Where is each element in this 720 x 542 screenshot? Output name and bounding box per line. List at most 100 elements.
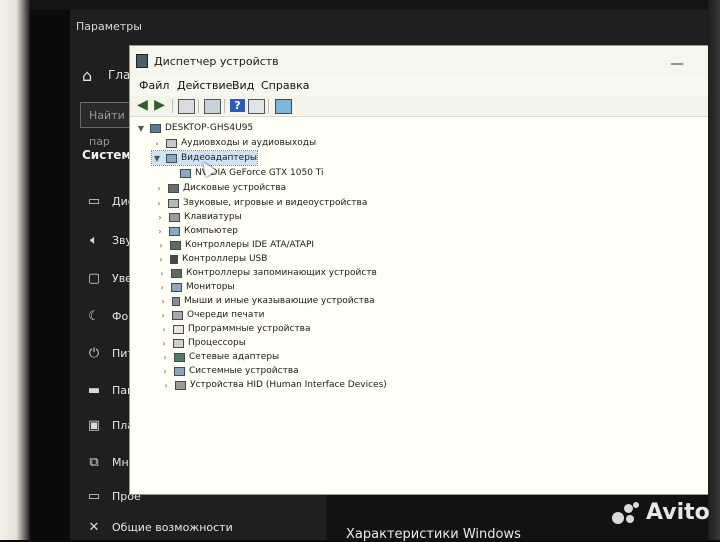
tree-item-software-devices[interactable]: › Программные устройства (159, 322, 311, 336)
expand-icon[interactable]: › (155, 227, 165, 236)
show-hidden-icon[interactable] (248, 99, 265, 114)
menu-view[interactable]: Вид (232, 79, 254, 92)
menu-action[interactable]: Действие (177, 79, 232, 92)
expand-icon[interactable]: › (152, 139, 162, 148)
tree-item-ide-controllers[interactable]: › Контроллеры IDE ATA/ATAPI (156, 238, 314, 252)
expand-icon[interactable]: › (155, 213, 165, 222)
settings-search-input[interactable]: Найти пар (80, 102, 132, 148)
expand-icon[interactable]: › (154, 184, 164, 193)
help-icon[interactable]: ? (230, 99, 245, 112)
collapse-icon[interactable]: ▼ (136, 124, 146, 133)
menu-bar: Файл Действие Вид Справка (130, 76, 720, 96)
expand-icon[interactable]: › (157, 283, 167, 292)
nav-item-shared[interactable]: ✕ Общие возможности (86, 517, 233, 537)
software-device-icon (173, 324, 184, 334)
tree-item-processors[interactable]: › Процессоры (159, 336, 246, 350)
keyboard-icon (169, 212, 180, 222)
tree-item-storage-controllers[interactable]: › Контроллеры запоминающих устройств (157, 266, 376, 280)
sound-device-icon (168, 198, 179, 208)
menu-file[interactable]: Файл (139, 79, 169, 92)
sound-icon: 🔈︎ (90, 232, 98, 248)
tree-item-audio-io[interactable]: › Аудиовходы и аудиовыходы (152, 136, 316, 150)
expand-icon[interactable]: › (158, 311, 168, 320)
printer-icon (172, 310, 183, 320)
tree-item-label: Дисковые устройства (183, 183, 287, 193)
tree-item-usb-controllers[interactable]: › Контроллеры USB (156, 252, 267, 266)
shared-experiences-icon: ✕ (88, 519, 100, 535)
tree-item-label: Мониторы (186, 282, 235, 292)
hid-icon (175, 380, 186, 390)
computer-icon (150, 123, 161, 133)
processor-icon (173, 338, 184, 348)
home-icon[interactable]: ⌂ (82, 66, 92, 85)
avito-brand-text: Avito (646, 500, 710, 525)
expand-icon[interactable]: › (156, 255, 166, 264)
tree-item-monitors[interactable]: › Мониторы (157, 280, 235, 294)
collapse-icon[interactable]: ▼ (152, 154, 162, 163)
tree-root[interactable]: ▼ DESKTOP-GHS4U95 (136, 121, 253, 135)
storage-controller-icon (171, 268, 182, 278)
toolbar-separator (268, 99, 269, 113)
expand-icon[interactable]: › (156, 241, 166, 250)
tree-item-sound-video[interactable]: › Звуковые, игровые и видеоустройства (154, 196, 367, 210)
toolbar: ◀ ▶ ? (130, 96, 720, 117)
tree-item-label: Программные устройства (188, 324, 311, 334)
computer-icon (169, 226, 180, 236)
avito-watermark: Avito (612, 500, 710, 525)
tree-item-label: Компьютер (184, 226, 238, 236)
tree-item-computer[interactable]: › Компьютер (155, 224, 238, 238)
tree-item-label: Контроллеры IDE ATA/ATAPI (185, 240, 315, 250)
notifications-icon: ▢ (87, 270, 101, 286)
tree-item-label: Контроллеры USB (182, 254, 268, 264)
tree-item-label: Устройства HID (Human Interface Devices) (190, 380, 387, 390)
display-adapter-icon (166, 153, 177, 163)
view-icon[interactable] (204, 99, 221, 114)
storage-icon: ▬ (87, 382, 101, 398)
monitor-bezel-top (30, 0, 720, 10)
toolbar-separator (198, 99, 199, 113)
avito-logo-icon (612, 501, 640, 524)
expand-icon[interactable]: › (158, 297, 168, 306)
device-manager-window: Диспетчер устройств — Файл Действие Вид … (130, 46, 720, 494)
tree-item-label: Процессоры (188, 338, 246, 348)
multitasking-icon: ⧉ (89, 454, 99, 470)
properties-icon[interactable] (178, 99, 195, 114)
expand-icon[interactable]: › (159, 339, 169, 348)
nav-item-multitasking[interactable]: ⧉ Мно (86, 452, 135, 472)
scan-hardware-icon[interactable] (275, 99, 292, 114)
controller-icon (170, 240, 181, 250)
back-icon[interactable]: ◀ (135, 98, 150, 112)
tree-item-keyboards[interactable]: › Клавиатуры (155, 210, 242, 224)
expand-icon[interactable]: › (159, 325, 169, 334)
expand-icon[interactable]: › (160, 367, 170, 376)
title-bar[interactable]: Диспетчер устройств — (130, 46, 720, 76)
expand-icon[interactable]: › (154, 199, 164, 208)
system-device-icon (174, 366, 185, 376)
toolbar-separator (224, 99, 225, 113)
tree-item-label: Видеоадаптеры (181, 153, 258, 163)
tree-item-network-adapters[interactable]: › Сетевые адаптеры (160, 350, 279, 364)
usb-icon (170, 254, 178, 264)
expand-icon[interactable]: › (157, 269, 167, 278)
tree-item-label: Аудиовходы и аудиовыходы (181, 138, 317, 148)
tree-item-system-devices[interactable]: › Системные устройства (160, 364, 299, 378)
tree-item-mice[interactable]: › Мыши и иные указывающие устройства (158, 294, 374, 308)
expand-icon[interactable]: › (160, 353, 170, 362)
tree-item-label: Клавиатуры (184, 212, 242, 222)
settings-title: Параметры (76, 20, 142, 33)
display-adapter-icon (180, 168, 191, 178)
tree-item-disk-drives[interactable]: › Дисковые устройства (154, 181, 286, 195)
tree-item-label: Звуковые, игровые и видеоустройства (183, 198, 368, 208)
minimize-button[interactable]: — (670, 56, 684, 72)
tree-item-print-queues[interactable]: › Очереди печати (158, 308, 264, 322)
menu-help[interactable]: Справка (261, 79, 309, 92)
mouse-icon (172, 296, 180, 306)
projecting-icon: ▭ (87, 488, 101, 504)
monitor-bezel-left (0, 0, 30, 540)
expand-icon[interactable]: › (161, 381, 171, 390)
tree-item-hid[interactable]: › Устройства HID (Human Interface Device… (161, 378, 387, 392)
forward-icon[interactable]: ▶ (152, 98, 167, 112)
network-adapter-icon (174, 352, 185, 362)
tree-item-label: Системные устройства (189, 366, 299, 376)
monitor-bezel-right (708, 0, 720, 540)
